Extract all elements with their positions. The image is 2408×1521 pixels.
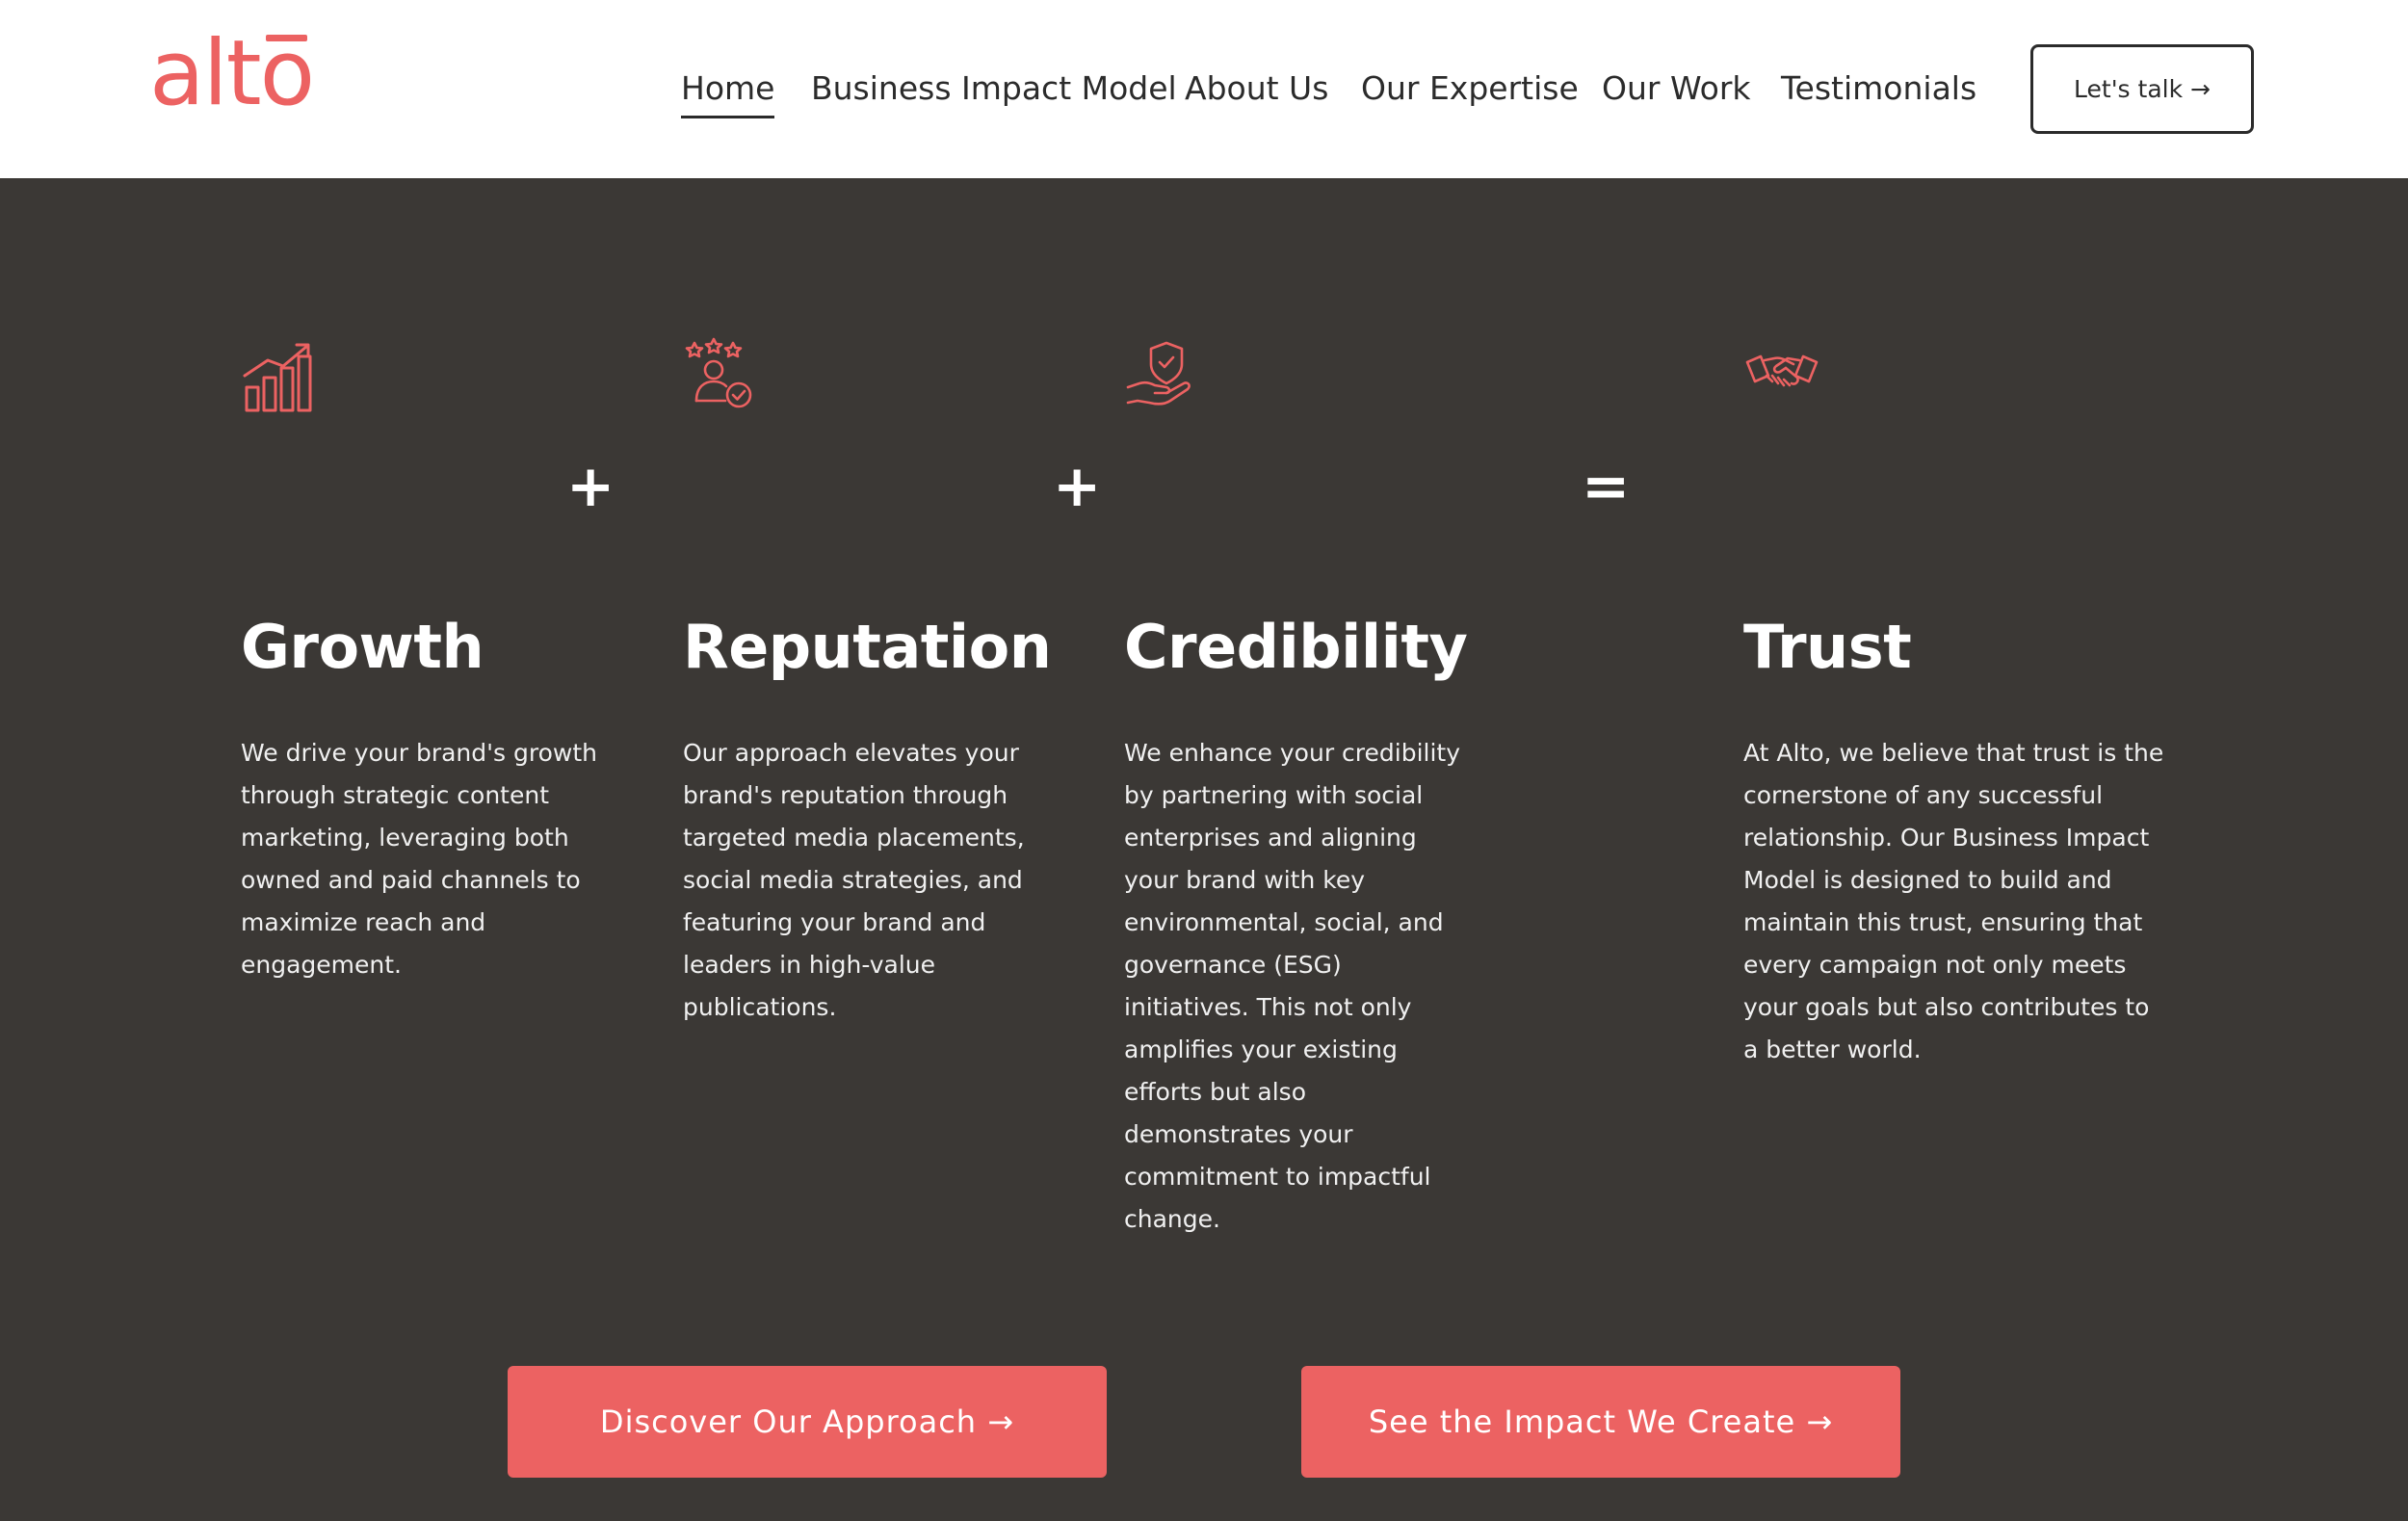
pillar-text-credibility: We enhance your credibility by partnerin… <box>1124 739 1461 1233</box>
pillar-title-growth: Growth <box>241 612 484 682</box>
see-the-impact-button[interactable]: See the Impact We Create → <box>1301 1366 1900 1478</box>
pillar-title-reputation: Reputation <box>683 612 1052 682</box>
growth-chart-icon <box>243 343 312 412</box>
business-impact-section: Growth We drive your brand's growth thro… <box>0 178 2408 1521</box>
nav-item-testimonials[interactable]: Testimonials <box>1781 69 1976 107</box>
lets-talk-button[interactable]: Let's talk → <box>2030 44 2254 134</box>
pillar-title-credibility: Credibility <box>1124 612 1468 682</box>
nav-item-business-impact-model[interactable]: Business Impact Model <box>811 69 1177 107</box>
shield-hand-icon <box>1126 341 1191 406</box>
pillar-text-growth: We drive your brand's growth through str… <box>241 739 597 979</box>
handshake-icon <box>1745 354 1819 387</box>
nav-item-home[interactable]: Home <box>681 69 775 118</box>
discover-our-approach-button[interactable]: Discover Our Approach → <box>508 1366 1107 1478</box>
pillar-text-reputation: Our approach elevates your brand's reput… <box>683 739 1025 1021</box>
plus-operator: + <box>566 453 615 520</box>
pillar-growth: Growth We drive your brand's growth thro… <box>241 337 607 1204</box>
pillar-credibility: Credibility We enhance your credibility … <box>1124 337 1490 1233</box>
nav-item-about-us[interactable]: About Us <box>1185 69 1328 107</box>
equals-operator: = <box>1582 453 1631 520</box>
reputation-stars-person-icon <box>685 337 752 408</box>
pillar-trust: Trust At Alto, we believe that trust is … <box>1743 337 2177 1204</box>
plus-operator: + <box>1053 453 1102 520</box>
pillar-text-trust: At Alto, we believe that trust is the co… <box>1743 739 2164 1063</box>
nav-item-our-expertise[interactable]: Our Expertise <box>1361 69 1579 107</box>
pillar-title-trust: Trust <box>1743 612 1912 682</box>
nav-item-our-work[interactable]: Our Work <box>1602 69 1751 107</box>
site-header: alto Home Business Impact Model About Us… <box>0 0 2408 178</box>
pillar-reputation: Reputation Our approach elevates your br… <box>683 337 1052 1204</box>
